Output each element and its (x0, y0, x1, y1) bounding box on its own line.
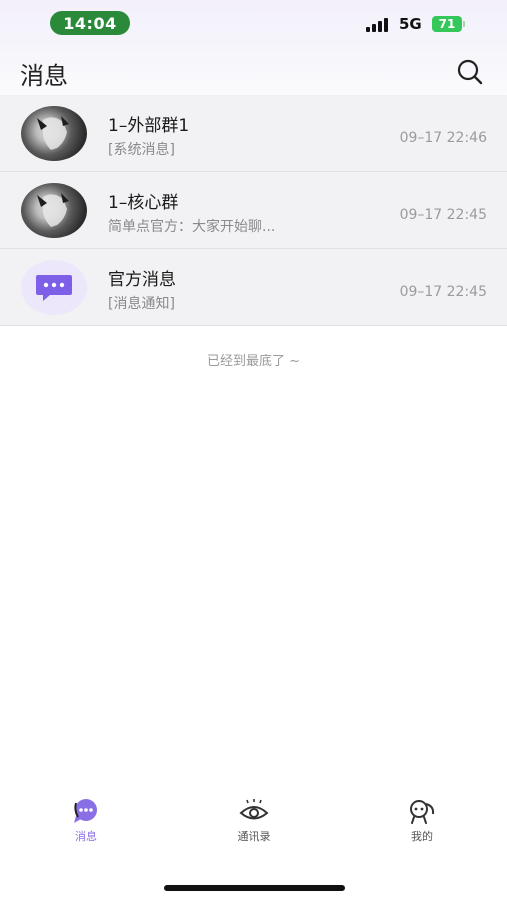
tab-label: 通讯录 (237, 830, 271, 843)
tab-bar: 消息 通讯录 我的 (0, 798, 507, 858)
home-indicator[interactable] (164, 885, 345, 891)
conversation-title: 官方消息 (108, 270, 176, 290)
tab-profile[interactable]: 我的 (382, 798, 462, 854)
end-of-list-hint: 已经到最底了 ~ (206, 354, 301, 369)
tab-label: 消息 (75, 830, 97, 843)
conversation-row[interactable]: 1–外部群1 [系统消息] 09–17 22:46 (0, 95, 507, 172)
conversation-row[interactable]: 1–核心群 简单点官方：大家开始聊... 09–17 22:45 (0, 172, 507, 249)
chat-bubble-icon (36, 274, 72, 301)
conversation-row[interactable]: 官方消息 [消息通知] 09–17 22:45 (0, 249, 507, 326)
app-header: 消息 (0, 48, 507, 94)
eye-icon (239, 799, 269, 820)
profile-icon (410, 800, 435, 824)
status-time: 14:04 (50, 11, 130, 35)
network-type: 5G (399, 15, 422, 33)
tab-messages[interactable]: 消息 (46, 798, 126, 854)
battery-level: 71 (438, 17, 456, 31)
page-title: 消息 (20, 62, 68, 90)
conversation-preview: 简单点官方：大家开始聊... (108, 219, 276, 235)
signal-icon (366, 17, 392, 32)
search-button[interactable] (456, 58, 484, 86)
search-icon (457, 59, 483, 85)
battery-icon: 71 (432, 16, 465, 32)
conversation-preview: [系统消息] (108, 142, 175, 158)
avatar (21, 260, 87, 315)
conversation-preview: [消息通知] (108, 296, 175, 312)
conversation-title: 1–核心群 (108, 193, 179, 213)
tab-label: 我的 (411, 830, 433, 843)
message-icon (74, 799, 97, 823)
conversation-time: 09–17 22:45 (399, 207, 487, 223)
conversation-time: 09–17 22:45 (399, 284, 487, 300)
avatar (21, 106, 87, 161)
status-bar: 14:04 5G 71 (0, 0, 507, 48)
tab-contacts[interactable]: 通讯录 (214, 798, 294, 854)
avatar (21, 183, 87, 238)
conversation-time: 09–17 22:46 (399, 130, 487, 146)
conversation-title: 1–外部群1 (108, 116, 190, 136)
conversation-list: 1–外部群1 [系统消息] 09–17 22:46 1–核心群 简单点官方：大家… (0, 95, 507, 326)
